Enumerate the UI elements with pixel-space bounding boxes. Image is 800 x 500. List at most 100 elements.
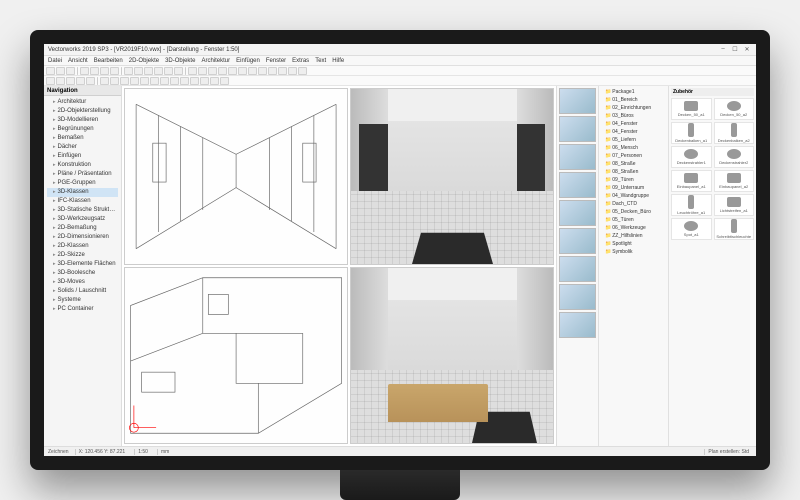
tool-button[interactable]	[46, 77, 55, 85]
menu-item[interactable]: Hilfe	[332, 58, 344, 64]
folder-item[interactable]: 06_Mensch	[601, 144, 666, 152]
folder-item[interactable]: 05_Liefern	[601, 136, 666, 144]
tree-item[interactable]: Konstruktion	[47, 161, 118, 170]
tool-button[interactable]	[198, 67, 207, 75]
tree-item[interactable]: Dächer	[47, 143, 118, 152]
tool-button[interactable]	[200, 77, 209, 85]
tree-item[interactable]: 2D-Klassen	[47, 242, 118, 251]
tree-item[interactable]: 3D-Werkzeugsatz	[47, 215, 118, 224]
viewport-render-lobby[interactable]	[350, 267, 554, 444]
folder-item[interactable]: Package1	[601, 88, 666, 96]
render-thumbnail[interactable]	[559, 88, 596, 114]
tree-item[interactable]: 3D-Boolesche	[47, 269, 118, 278]
tool-button[interactable]	[170, 77, 179, 85]
folder-item[interactable]: 09_Unterraum	[601, 184, 666, 192]
tool-button[interactable]	[130, 77, 139, 85]
tool-button[interactable]	[134, 67, 143, 75]
folder-item[interactable]: 03_Büros	[601, 112, 666, 120]
folder-item[interactable]: ZZ_Hilfslinien	[601, 232, 666, 240]
menu-item[interactable]: Einfügen	[236, 58, 260, 64]
tool-button[interactable]	[228, 67, 237, 75]
tool-button[interactable]	[298, 67, 307, 75]
library-item[interactable]: Lichtstreifen_a1	[714, 194, 755, 216]
render-thumbnail[interactable]	[559, 284, 596, 310]
tool-button[interactable]	[56, 67, 65, 75]
folder-item[interactable]: Symbolik	[601, 248, 666, 256]
tool-button[interactable]	[288, 67, 297, 75]
menu-item[interactable]: 3D-Objekte	[165, 58, 195, 64]
menu-item[interactable]: Architektur	[201, 58, 230, 64]
tree-item[interactable]: 3D-Elemente Flächen	[47, 260, 118, 269]
folder-item[interactable]: 07_Personen	[601, 152, 666, 160]
resource-tree[interactable]: Package1 01_Bereich 02_Einrichtungen 03_…	[599, 86, 669, 446]
render-thumbnail[interactable]	[559, 228, 596, 254]
menu-item[interactable]: Bearbeiten	[94, 58, 123, 64]
tool-button[interactable]	[210, 77, 219, 85]
library-item[interactable]: Leuchtröhre_a1	[671, 194, 712, 216]
viewport-wireframe-plan[interactable]	[124, 267, 348, 444]
library-item[interactable]: Spot_a1	[671, 218, 712, 240]
menu-item[interactable]: 2D-Objekte	[129, 58, 159, 64]
folder-item[interactable]: 04_Fenster	[601, 120, 666, 128]
tool-button[interactable]	[56, 77, 65, 85]
tree-item[interactable]: 2D-Objekterstellung	[47, 107, 118, 116]
library-item[interactable]: Decken_50_a1	[671, 98, 712, 120]
folder-item[interactable]: 05_Decken_Büro	[601, 208, 666, 216]
render-thumbnail[interactable]	[559, 144, 596, 170]
tool-button[interactable]	[218, 67, 227, 75]
folder-item[interactable]: 06_Werkzeuge	[601, 224, 666, 232]
folder-item[interactable]: 04_Wandgruppe	[601, 192, 666, 200]
tree-item[interactable]: PGE-Gruppen	[47, 179, 118, 188]
tree-item[interactable]: Solids / Lauschnitt	[47, 287, 118, 296]
tool-button[interactable]	[140, 77, 149, 85]
tree-item[interactable]: 2D-Bemaßung	[47, 224, 118, 233]
menu-item[interactable]: Datei	[48, 58, 62, 64]
tool-button[interactable]	[268, 67, 277, 75]
tree-item[interactable]: Bemaßen	[47, 134, 118, 143]
tool-button[interactable]	[120, 77, 129, 85]
tool-button[interactable]	[220, 77, 229, 85]
tool-button[interactable]	[46, 67, 55, 75]
library-item[interactable]: Decken_50_a2	[714, 98, 755, 120]
folder-item[interactable]: 02_Einrichtungen	[601, 104, 666, 112]
render-thumbnail[interactable]	[559, 172, 596, 198]
tree-item[interactable]: 3D-Moves	[47, 278, 118, 287]
menu-item[interactable]: Ansicht	[68, 58, 88, 64]
tool-button[interactable]	[144, 67, 153, 75]
tool-button[interactable]	[80, 67, 89, 75]
tree-item[interactable]: Begrünungen	[47, 125, 118, 134]
render-thumbnail[interactable]	[559, 200, 596, 226]
folder-item[interactable]: Dach_CTD	[601, 200, 666, 208]
library-item[interactable]: Deckenbalken_a1	[671, 122, 712, 144]
tree-item[interactable]: Architektur	[47, 98, 118, 107]
tool-button[interactable]	[248, 67, 257, 75]
tool-button[interactable]	[174, 67, 183, 75]
tree-item[interactable]: 2D-Dimensionieren	[47, 233, 118, 242]
tool-button[interactable]	[160, 77, 169, 85]
thumbnail-strip[interactable]	[557, 86, 599, 446]
tree-item[interactable]: 2D-Skizze	[47, 251, 118, 260]
library-item[interactable]: Deckenstrahler1	[671, 146, 712, 168]
tool-button[interactable]	[154, 67, 163, 75]
folder-item[interactable]: 08_Straßen	[601, 168, 666, 176]
tool-button[interactable]	[124, 67, 133, 75]
folder-item[interactable]: 01_Bereich	[601, 96, 666, 104]
library-grid[interactable]: Zubehör Decken_50_a1Decken_50_a2Deckenba…	[669, 86, 756, 446]
tool-button[interactable]	[190, 77, 199, 85]
tool-button[interactable]	[66, 77, 75, 85]
viewport-wireframe-perspective[interactable]	[124, 88, 348, 265]
tool-button[interactable]	[110, 67, 119, 75]
viewport-area[interactable]	[122, 86, 556, 446]
tool-button[interactable]	[180, 77, 189, 85]
tool-button[interactable]	[278, 67, 287, 75]
tree-item[interactable]: 3D-Klassen	[47, 188, 118, 197]
tool-button[interactable]	[164, 67, 173, 75]
folder-item[interactable]: 04_Fenster	[601, 128, 666, 136]
tool-button[interactable]	[110, 77, 119, 85]
tree-item[interactable]: PC Container	[47, 305, 118, 314]
maximize-button[interactable]: ☐	[730, 46, 740, 53]
library-item[interactable]: Einbaupanel_a1	[671, 170, 712, 192]
library-item[interactable]: Deckenbalken_a2	[714, 122, 755, 144]
tool-button[interactable]	[86, 77, 95, 85]
library-item[interactable]: Einbaupanel_a2	[714, 170, 755, 192]
